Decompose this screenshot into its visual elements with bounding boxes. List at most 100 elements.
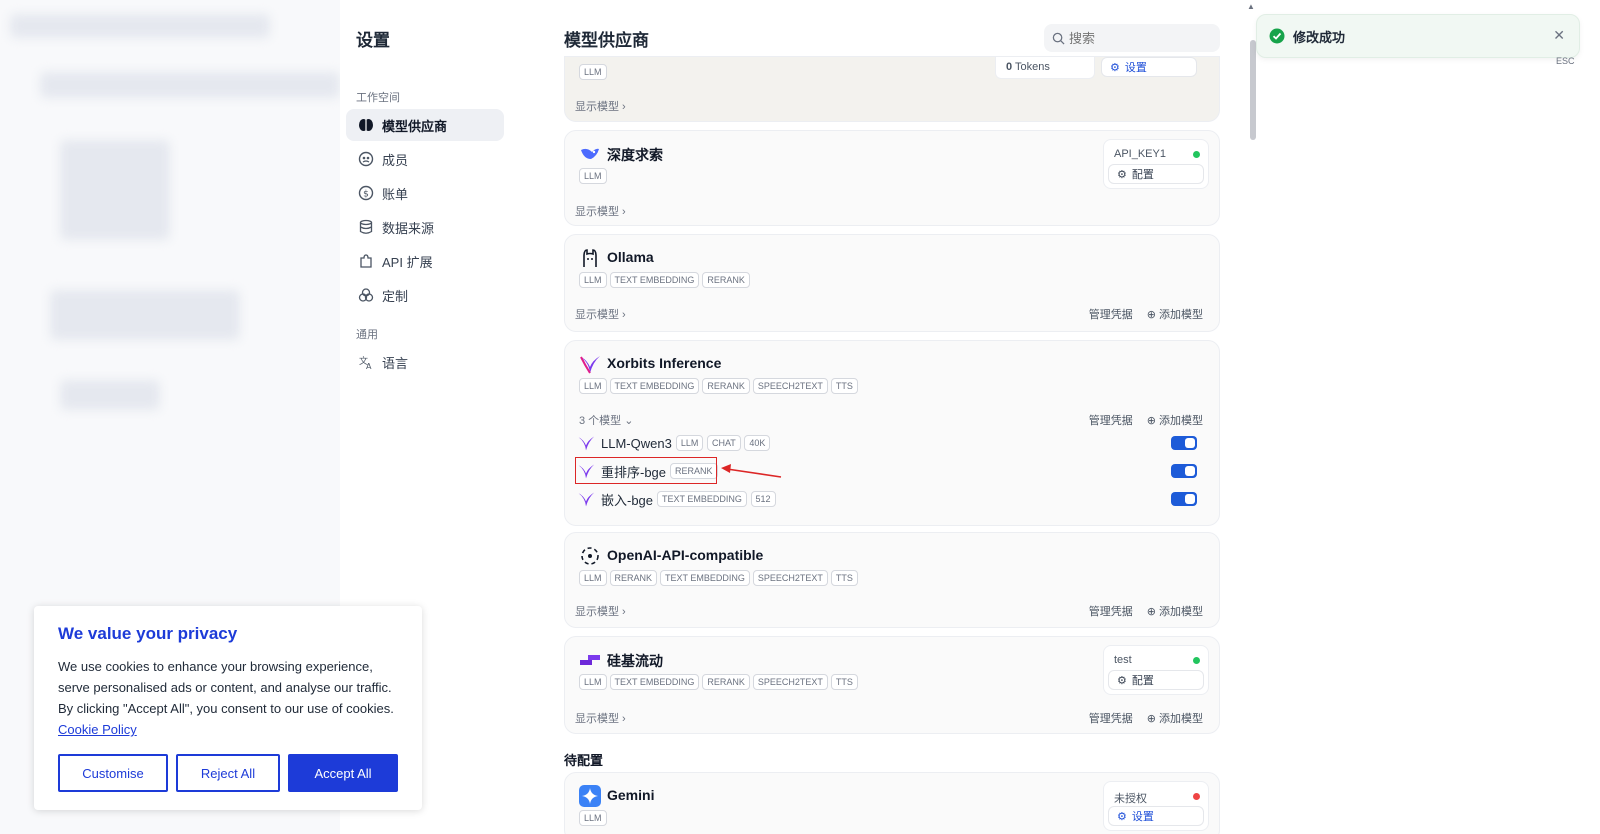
billing-icon: $ xyxy=(358,185,374,201)
credential-name: test xyxy=(1114,654,1132,666)
xorbits-logo-icon xyxy=(578,492,595,507)
provider-actions: 管理凭据 ⊕ 添加模型 xyxy=(1089,412,1203,428)
nav-item-label: 定制 xyxy=(382,288,409,304)
xorbits-logo-icon xyxy=(579,353,601,375)
token-unit: Tokens xyxy=(1014,61,1050,73)
show-models-button[interactable]: 显示模型 › xyxy=(575,98,626,114)
members-icon xyxy=(358,151,374,167)
ollama-logo-icon xyxy=(579,247,601,269)
model-enable-toggle[interactable] xyxy=(1171,464,1197,478)
add-model-button[interactable]: ⊕ 添加模型 xyxy=(1147,710,1203,726)
manage-credentials-button[interactable]: 管理凭据 xyxy=(1089,306,1133,322)
provider-tags: LLM xyxy=(579,168,607,184)
tag: TTS xyxy=(830,378,858,394)
token-count: 0 xyxy=(1006,61,1013,73)
nav-item-label: 成员 xyxy=(382,152,409,168)
tag: 40K xyxy=(744,435,771,451)
scroll-up-arrow-icon[interactable]: ▲ xyxy=(1247,2,1255,11)
tag: TEXT EMBEDDING xyxy=(609,272,700,288)
add-model-button[interactable]: ⊕ 添加模型 xyxy=(1147,412,1203,428)
siliconflow-logo-icon xyxy=(579,649,601,671)
nav-item-billing[interactable]: $ 账单 xyxy=(346,177,504,209)
provider-actions: 管理凭据 ⊕ 添加模型 xyxy=(1089,710,1203,726)
model-row: 重排序-bge RERANK xyxy=(575,457,1197,484)
model-providers-panel: 模型供应商 LLM 0 Tokens ⚙设置 显示模型 › 深度求索 LLM A… xyxy=(530,0,1220,834)
deepseek-logo-icon xyxy=(579,143,601,165)
tag: SPEECH2TEXT xyxy=(752,570,828,586)
scrollbar[interactable]: ▲ xyxy=(1246,0,1256,834)
nav-item-customize[interactable]: 定制 xyxy=(346,279,504,311)
tag: LLM xyxy=(579,168,607,184)
configure-button[interactable]: ⚙ 配置 xyxy=(1108,164,1204,184)
nav-item-api-extension[interactable]: API 扩展 xyxy=(346,245,504,277)
sliders-icon: ⚙ xyxy=(1117,674,1127,687)
nav-item-data-source[interactable]: 数据来源 xyxy=(346,211,504,243)
cookie-policy-link[interactable]: Cookie Policy xyxy=(58,722,137,737)
tag: LLM xyxy=(579,674,607,690)
nav-item-model-providers[interactable]: 模型供应商 xyxy=(346,109,504,141)
provider-tags: LLM TEXT EMBEDDING RERANK SPEECH2TEXT TT… xyxy=(579,378,858,394)
show-models-button[interactable]: 显示模型 › xyxy=(575,203,626,219)
toast-message: 修改成功 xyxy=(1293,29,1346,45)
provider-tags: LLM RERANK TEXT EMBEDDING SPEECH2TEXT TT… xyxy=(579,570,858,586)
search-box[interactable] xyxy=(1044,24,1220,52)
manage-credentials-button[interactable]: 管理凭据 xyxy=(1089,710,1133,726)
provider-card-openai-compatible: OpenAI-API-compatible LLM RERANK TEXT EM… xyxy=(564,532,1220,628)
tag: RERANK xyxy=(702,378,750,394)
credential-box: 未授权 ⚙ 设置 xyxy=(1103,781,1209,831)
customise-button[interactable]: Customise xyxy=(58,754,168,792)
openai-compatible-logo-icon xyxy=(579,545,601,567)
translate-icon: 文A xyxy=(358,354,374,370)
search-input[interactable] xyxy=(1069,30,1209,46)
tag: SPEECH2TEXT xyxy=(752,378,828,394)
nav-item-label: API 扩展 xyxy=(382,254,433,270)
accept-all-button[interactable]: Accept All xyxy=(288,754,398,792)
model-enable-toggle[interactable] xyxy=(1171,436,1197,450)
tag: 512 xyxy=(750,491,776,507)
tag: SPEECH2TEXT xyxy=(752,674,828,690)
add-model-button[interactable]: ⊕ 添加模型 xyxy=(1147,603,1203,619)
add-model-button[interactable]: ⊕ 添加模型 xyxy=(1147,306,1203,322)
cookie-text: We use cookies to enhance your browsing … xyxy=(58,659,394,737)
provider-name: Gemini xyxy=(607,787,655,803)
manage-credentials-button[interactable]: 管理凭据 xyxy=(1089,603,1133,619)
sliders-icon: ⚙ xyxy=(1117,810,1127,823)
status-dot xyxy=(1193,657,1200,664)
sliders-icon: ⚙ xyxy=(1117,168,1127,181)
tag: TTS xyxy=(830,570,858,586)
manage-credentials-button[interactable]: 管理凭据 xyxy=(1089,412,1133,428)
nav-item-label: 数据来源 xyxy=(382,220,435,236)
settings-title: 设置 xyxy=(356,31,390,50)
tag: TEXT EMBEDDING xyxy=(660,570,750,586)
database-icon xyxy=(358,219,374,235)
model-enable-toggle[interactable] xyxy=(1171,492,1197,506)
cookie-buttons: Customise Reject All Accept All xyxy=(58,754,398,792)
show-models-button[interactable]: 显示模型 › xyxy=(575,306,626,322)
page-title: 模型供应商 xyxy=(564,31,649,50)
scrollbar-thumb[interactable] xyxy=(1250,40,1256,140)
settings-button[interactable]: ⚙ 设置 xyxy=(1101,57,1197,77)
provider-card-xorbits: Xorbits Inference LLM TEXT EMBEDDING RER… xyxy=(564,340,1220,526)
tag: LLM xyxy=(579,378,607,394)
puzzle-icon xyxy=(358,253,374,269)
tag: RERANK xyxy=(702,674,750,690)
close-icon[interactable]: ✕ xyxy=(1553,27,1565,44)
show-models-button[interactable]: 显示模型 › xyxy=(575,603,626,619)
configure-button[interactable]: ⚙ 配置 xyxy=(1108,670,1204,690)
check-circle-icon xyxy=(1269,28,1285,44)
reject-all-button[interactable]: Reject All xyxy=(176,754,280,792)
tag: TEXT EMBEDDING xyxy=(657,491,747,507)
credential-box: test ⚙ 配置 xyxy=(1103,645,1209,695)
tag: RERANK xyxy=(702,272,750,288)
model-name: 嵌入-bge xyxy=(601,492,654,508)
provider-tags: LLM TEXT EMBEDDING RERANK SPEECH2TEXT TT… xyxy=(579,674,858,690)
nav-item-members[interactable]: 成员 xyxy=(346,143,504,175)
nav-item-label: 模型供应商 xyxy=(382,118,448,134)
nav-item-language[interactable]: 文A 语言 xyxy=(346,346,504,378)
model-count-toggle[interactable]: 3 个模型 ⌄ xyxy=(579,412,633,428)
settings-button[interactable]: ⚙ 设置 xyxy=(1108,806,1204,826)
token-usage: 0 Tokens xyxy=(995,57,1095,79)
show-models-button[interactable]: 显示模型 › xyxy=(575,710,626,726)
xorbits-logo-icon xyxy=(578,436,595,451)
tag: TEXT EMBEDDING xyxy=(609,674,700,690)
